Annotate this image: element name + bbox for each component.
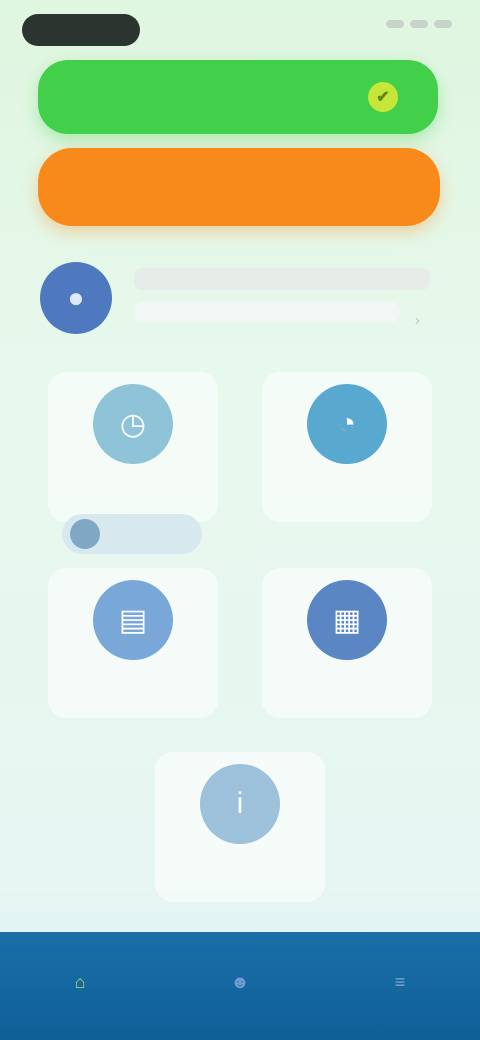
tile-4[interactable]: ▦: [262, 568, 432, 718]
info-icon: i: [200, 764, 280, 844]
people-icon: ☻: [230, 971, 250, 992]
status-bar: [0, 0, 480, 56]
profile-text: ›: [134, 250, 444, 346]
chip-icon: [70, 519, 100, 549]
tile-1[interactable]: ◷: [48, 372, 218, 522]
battery-icon: [434, 20, 452, 28]
tile-2[interactable]: ◔: [262, 372, 432, 522]
secondary-action-button[interactable]: [38, 148, 440, 226]
book-icon: ▤: [93, 580, 173, 660]
primary-action-button[interactable]: ✔: [38, 60, 438, 134]
chart-pie-icon: ◔: [307, 384, 387, 464]
home-icon: ⌂: [74, 971, 86, 992]
nav-item-home[interactable]: ⌂: [20, 946, 140, 1026]
user-icon: ●: [67, 282, 85, 313]
status-time: [22, 14, 140, 46]
bottom-navigation: ⌂ ☻ ≡: [0, 932, 480, 1040]
avatar: ●: [40, 262, 112, 334]
profile-subtitle: [134, 302, 400, 322]
profile-name: [134, 268, 430, 290]
wifi-icon: [410, 20, 428, 28]
profile-card[interactable]: ● ›: [34, 250, 444, 346]
menu-icon: ≡: [394, 971, 406, 992]
chevron-right-icon: ›: [414, 312, 420, 329]
check-badge-icon: ✔: [368, 82, 398, 112]
tile-5[interactable]: i: [155, 752, 325, 902]
nav-item-people[interactable]: ☻: [180, 946, 300, 1026]
tile-3[interactable]: ▤: [48, 568, 218, 718]
clock-icon: ◷: [93, 384, 173, 464]
nav-item-menu[interactable]: ≡: [340, 946, 460, 1026]
status-icons: [386, 20, 452, 28]
signal-icon: [386, 20, 404, 28]
calendar-icon: ▦: [307, 580, 387, 660]
info-chip[interactable]: [62, 514, 202, 554]
